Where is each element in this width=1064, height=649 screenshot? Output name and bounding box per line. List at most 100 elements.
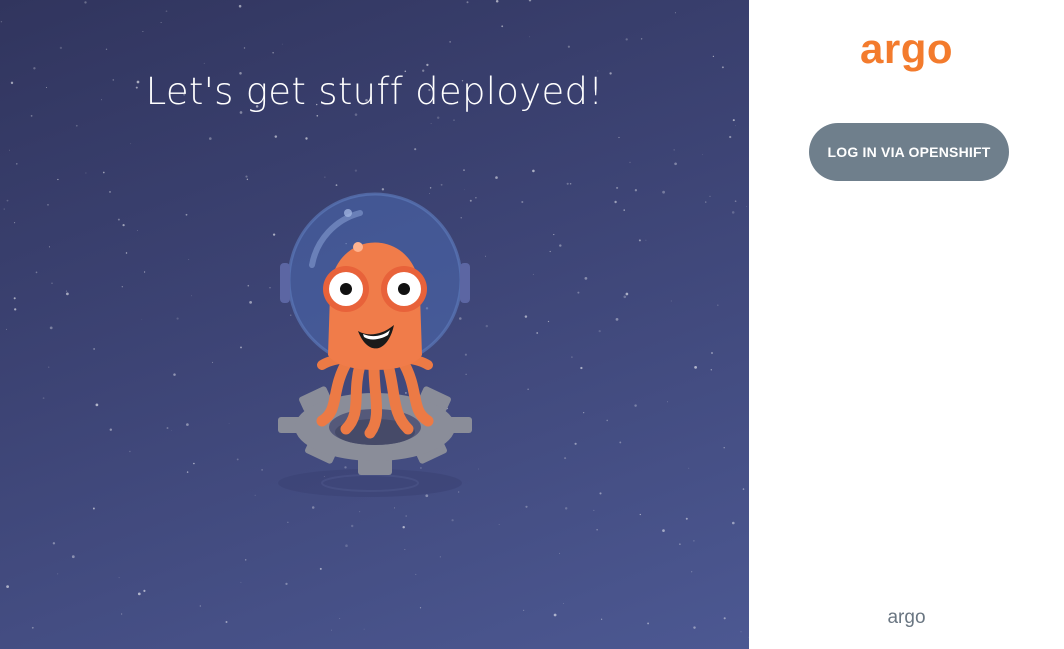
star	[746, 206, 747, 207]
star	[634, 404, 637, 407]
star	[52, 542, 56, 545]
footer-argo-logo: argo	[887, 607, 926, 628]
star	[92, 507, 95, 510]
star	[694, 366, 697, 369]
star	[225, 621, 228, 623]
star	[731, 521, 735, 525]
star	[305, 137, 308, 140]
star	[451, 519, 454, 522]
star	[160, 22, 162, 23]
star	[165, 10, 168, 13]
star	[529, 36, 531, 38]
star	[436, 116, 440, 120]
star	[415, 573, 417, 575]
star	[47, 204, 49, 206]
star	[31, 626, 34, 629]
star	[522, 609, 525, 612]
star	[274, 135, 278, 138]
star	[261, 469, 263, 471]
star	[693, 540, 695, 542]
star	[136, 229, 138, 231]
star	[287, 521, 289, 523]
star	[95, 403, 99, 407]
star	[495, 0, 499, 3]
star	[564, 457, 567, 460]
star	[141, 319, 143, 320]
star	[176, 317, 179, 320]
star	[593, 509, 595, 511]
star	[254, 494, 256, 496]
star	[463, 169, 465, 171]
star	[199, 605, 201, 607]
star	[48, 246, 50, 248]
star	[109, 428, 113, 431]
star	[553, 613, 557, 617]
star	[616, 186, 619, 189]
star	[316, 114, 319, 117]
argo-logo: argo	[859, 25, 953, 72]
star	[647, 622, 650, 625]
star	[3, 208, 5, 210]
star	[59, 46, 63, 50]
star	[564, 507, 568, 510]
star	[75, 124, 78, 127]
star	[525, 505, 528, 508]
star	[102, 171, 105, 174]
star	[606, 419, 608, 422]
star	[685, 517, 688, 520]
star	[600, 618, 603, 620]
star	[125, 252, 128, 254]
star	[598, 329, 601, 333]
star	[667, 401, 668, 403]
star	[485, 324, 489, 328]
login-via-openshift-button[interactable]: LOG IN VIA OPENSHIFT	[809, 123, 1009, 181]
star	[521, 200, 524, 204]
star	[580, 366, 583, 370]
star	[30, 115, 33, 117]
star	[49, 326, 53, 330]
star	[16, 163, 18, 165]
star	[6, 199, 9, 202]
star	[549, 250, 551, 253]
star	[121, 613, 123, 615]
hero-panel: Let's get stuff deployed!	[0, 0, 749, 649]
star	[57, 178, 59, 181]
star	[563, 603, 564, 604]
star	[629, 161, 631, 164]
star	[583, 412, 585, 414]
star	[404, 549, 406, 550]
star	[48, 366, 50, 368]
hero-title: Let's get stuff deployed!	[145, 70, 604, 113]
star	[688, 467, 690, 469]
star	[240, 346, 242, 349]
star	[51, 282, 53, 284]
star	[188, 259, 190, 260]
star	[453, 119, 455, 121]
star	[170, 430, 172, 432]
star	[614, 200, 617, 204]
star	[731, 211, 735, 214]
star	[324, 176, 326, 178]
star	[245, 175, 248, 178]
star	[638, 239, 641, 242]
star	[532, 169, 535, 173]
star	[13, 297, 16, 300]
star	[615, 318, 619, 321]
astronaut-octopus-icon	[278, 192, 472, 497]
star	[662, 190, 665, 194]
star	[203, 62, 205, 64]
star	[238, 4, 242, 8]
star	[71, 555, 75, 559]
star	[501, 25, 504, 28]
star	[351, 524, 354, 528]
star	[354, 113, 358, 116]
star	[449, 41, 451, 43]
star	[547, 320, 550, 323]
star	[247, 284, 250, 287]
star	[625, 292, 629, 296]
star	[0, 21, 3, 23]
star	[567, 45, 570, 48]
star	[623, 209, 625, 211]
star	[528, 0, 532, 2]
login-panel: argo LOG IN VIA OPENSHIFT argo	[749, 0, 1064, 649]
